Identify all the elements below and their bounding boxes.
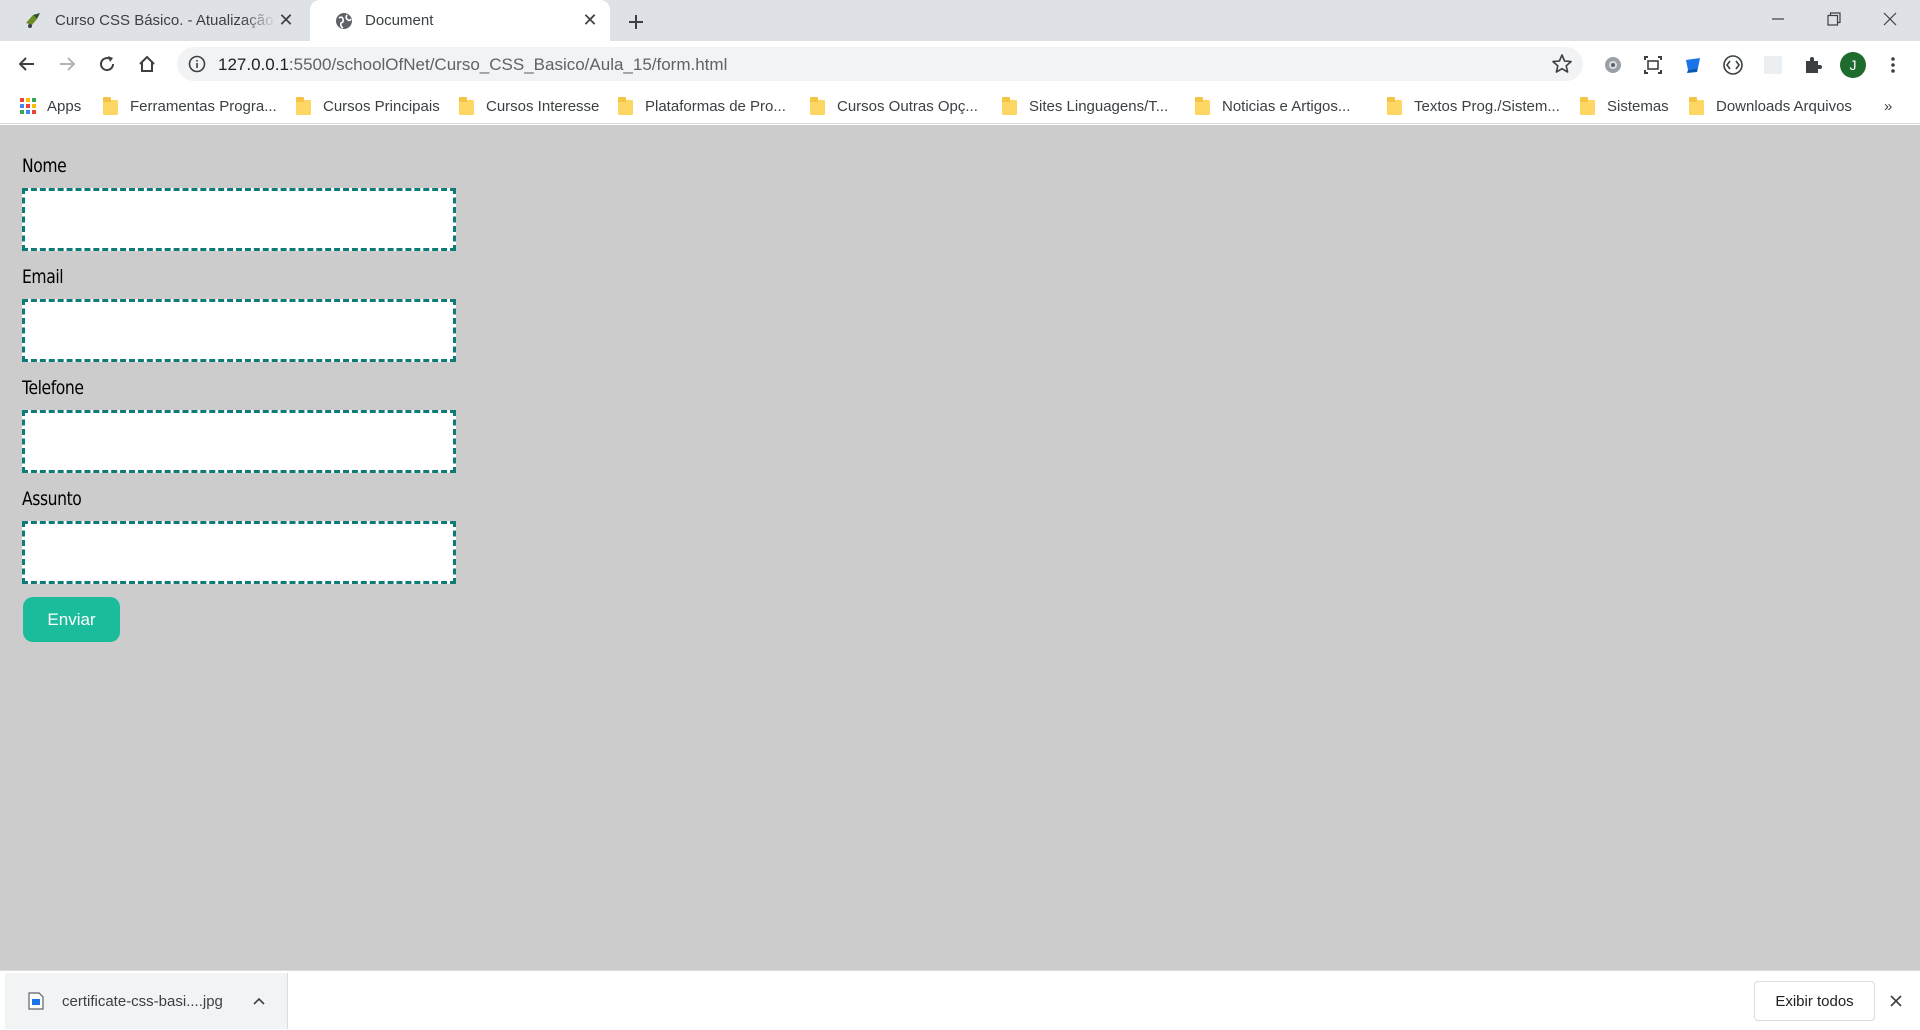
bookmark-label: Cursos Outras Opç... <box>837 97 978 115</box>
url-path: :5500/schoolOfNet/Curso_CSS_Basico/Aula_… <box>288 55 728 74</box>
folder-icon <box>618 97 633 115</box>
close-tab-icon[interactable]: ✕ <box>580 10 600 31</box>
screenshot-extension-icon[interactable] <box>1640 52 1666 78</box>
email-label: Email <box>22 266 64 288</box>
reload-icon[interactable] <box>91 48 123 80</box>
folder-icon <box>1387 97 1402 115</box>
tab-strip: Curso CSS Básico. - Atualização 2 ✕ Docu… <box>0 0 1920 41</box>
bookmark-folder[interactable]: Sites Linguagens/T... <box>1002 96 1168 116</box>
folder-icon <box>296 97 311 115</box>
forward-arrow-icon[interactable] <box>51 48 83 80</box>
folder-icon <box>810 97 825 115</box>
chevron-up-icon[interactable] <box>249 991 269 1011</box>
folder-icon <box>1195 97 1210 115</box>
bookmark-label: Plataformas de Pro... <box>645 97 786 115</box>
bookmark-folder[interactable]: Downloads Arquivos <box>1689 96 1852 116</box>
folder-icon <box>1002 97 1017 115</box>
tab-curso-css[interactable]: Curso CSS Básico. - Atualização 2 ✕ <box>0 0 306 41</box>
download-file-name: certificate-css-basi....jpg <box>62 992 223 1010</box>
tab-title: Curso CSS Básico. - Atualização 2 <box>55 12 276 29</box>
site-info-icon[interactable] <box>187 54 207 74</box>
bookmark-star-icon[interactable] <box>1551 53 1573 75</box>
code-extension-icon[interactable] <box>1720 52 1746 78</box>
enviar-button[interactable]: Enviar <box>23 597 120 642</box>
browser-toolbar: 127.0.0.1:5500/schoolOfNet/Curso_CSS_Bas… <box>0 41 1920 88</box>
url-host: 127.0.0.1 <box>218 55 289 74</box>
nome-label: Nome <box>22 155 67 177</box>
bookmark-folder[interactable]: Ferramentas Progra... <box>103 96 277 116</box>
close-window-icon[interactable] <box>1862 0 1918 38</box>
bookmark-label: Textos Prog./Sistem... <box>1414 97 1560 115</box>
page-content: Nome Email Telefone Assunto Enviar <box>0 125 1920 970</box>
globe-icon <box>334 11 353 30</box>
image-file-icon <box>28 992 44 1010</box>
bookmark-folder[interactable]: Cursos Principais <box>296 96 440 116</box>
tab-title: Document <box>365 12 434 29</box>
school-of-net-favicon-icon <box>24 11 43 30</box>
bookmark-label: Noticias e Artigos... <box>1222 97 1351 115</box>
bookmark-folder[interactable]: Cursos Outras Opç... <box>810 96 978 116</box>
nome-input[interactable] <box>22 188 456 251</box>
bookmark-label: Cursos Principais <box>323 97 440 115</box>
folder-icon <box>459 97 474 115</box>
assunto-input[interactable] <box>22 521 456 584</box>
assunto-label: Assunto <box>22 488 82 510</box>
restore-window-icon[interactable] <box>1806 0 1862 38</box>
bookmark-label: Sites Linguagens/T... <box>1029 97 1169 115</box>
extensions-puzzle-icon[interactable] <box>1800 52 1826 78</box>
profile-avatar[interactable]: J <box>1840 52 1866 78</box>
download-shelf: certificate-css-basi....jpg Exibir todos <box>0 970 1920 1030</box>
bookmark-label: Apps <box>47 97 82 115</box>
email-input[interactable] <box>22 299 456 362</box>
bookmark-label: Downloads Arquivos <box>1716 97 1852 115</box>
close-download-shelf-icon[interactable] <box>1886 991 1906 1011</box>
folder-icon <box>1580 97 1595 115</box>
telefone-input[interactable] <box>22 410 456 473</box>
bookmark-label: Sistemas <box>1607 97 1669 115</box>
blue-extension-icon[interactable] <box>1680 52 1706 78</box>
bookmark-folder[interactable]: Noticias e Artigos... <box>1195 96 1350 116</box>
address-bar[interactable]: 127.0.0.1:5500/schoolOfNet/Curso_CSS_Bas… <box>177 47 1583 81</box>
bookmark-label: Ferramentas Progra... <box>130 97 277 115</box>
folder-icon <box>103 97 118 115</box>
avatar: J <box>1840 52 1866 78</box>
download-item[interactable]: certificate-css-basi....jpg <box>5 973 288 1029</box>
telefone-label: Telefone <box>22 377 84 399</box>
tab-document[interactable]: Document ✕ <box>310 0 610 41</box>
back-arrow-icon[interactable] <box>11 48 43 80</box>
bookmarks-bar: Apps Ferramentas Progra... Cursos Princi… <box>0 88 1920 124</box>
folder-icon <box>1689 97 1704 115</box>
blank-extension-icon[interactable] <box>1760 52 1786 78</box>
bookmark-folder[interactable]: Cursos Interesse <box>459 96 599 116</box>
bookmark-label: Cursos Interesse <box>486 97 600 115</box>
apps-grid-icon <box>20 98 36 114</box>
extension-gear-icon[interactable] <box>1600 52 1626 78</box>
show-all-downloads-button[interactable]: Exibir todos <box>1754 981 1875 1021</box>
home-icon[interactable] <box>131 48 163 80</box>
bookmark-apps[interactable]: Apps <box>20 96 81 116</box>
bookmark-folder[interactable]: Plataformas de Pro... <box>618 96 786 116</box>
new-tab-button[interactable] <box>622 8 650 36</box>
close-tab-icon[interactable]: ✕ <box>276 10 296 31</box>
url-text: 127.0.0.1:5500/schoolOfNet/Curso_CSS_Bas… <box>218 55 727 75</box>
bookmarks-overflow-chevron-icon[interactable]: » <box>1884 96 1892 116</box>
minimize-window-icon[interactable] <box>1750 0 1806 38</box>
bookmark-folder[interactable]: Textos Prog./Sistem... <box>1387 96 1560 116</box>
bookmark-folder[interactable]: Sistemas <box>1580 96 1669 116</box>
menu-kebab-icon[interactable] <box>1880 52 1906 78</box>
